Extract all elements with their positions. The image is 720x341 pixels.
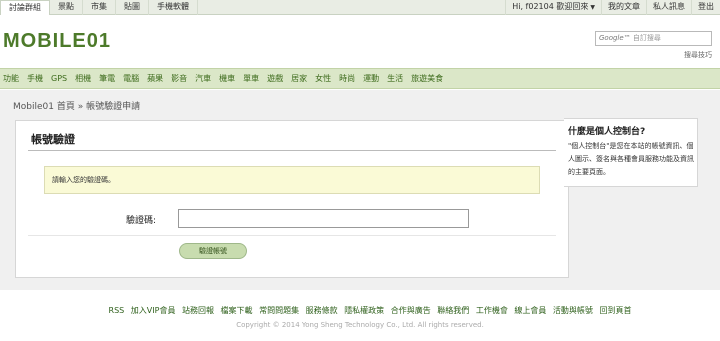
logout-link[interactable]: 登出: [691, 0, 720, 15]
footer-link[interactable]: 檔案下載: [221, 306, 253, 315]
verification-panel: 帳號驗證 請輸入您的驗證碼。 驗證碼: 驗證帳號: [15, 120, 569, 278]
category-item[interactable]: 旅遊美食: [411, 73, 443, 84]
tab-photos[interactable]: 貼圖: [116, 0, 149, 15]
top-bar: 討論群組 景點 市集 貼圖 手機軟體 Hi, f02104 歡迎回來 ▼ 我的文章…: [0, 0, 720, 15]
caret-down-icon: ▼: [590, 4, 595, 11]
title-divider: [28, 150, 556, 151]
sidebar-title: 什麼是個人控制台?: [568, 127, 646, 137]
category-item[interactable]: 汽車: [195, 73, 211, 84]
user-greeting-menu[interactable]: Hi, f02104 歡迎回來 ▼: [505, 0, 601, 15]
logo-mark-icon: [113, 41, 114, 42]
footer-link[interactable]: 服務條款: [306, 306, 338, 315]
breadcrumb[interactable]: Mobile01 首頁 » 帳號驗證申請: [13, 99, 140, 112]
category-item[interactable]: 女性: [315, 73, 331, 84]
notice-box: 請輸入您的驗證碼。: [44, 166, 540, 194]
user-menu: Hi, f02104 歡迎回來 ▼ 我的文章 私人訊息 登出: [505, 0, 720, 15]
google-label: Google™: [599, 34, 631, 42]
category-item[interactable]: 生活: [387, 73, 403, 84]
tab-attractions[interactable]: 景點: [50, 0, 83, 15]
my-posts-link[interactable]: 我的文章: [601, 0, 646, 15]
footer-link[interactable]: 回到頁首: [599, 306, 631, 315]
tab-market[interactable]: 市集: [83, 0, 116, 15]
category-item[interactable]: 運動: [363, 73, 379, 84]
help-sidebar: 什麼是個人控制台? "個人控制台"是您在本站的帳號資訊、個人圖示、簽名與各種會員…: [564, 118, 698, 187]
site-logo[interactable]: MOBILE01: [3, 26, 114, 56]
footer-link[interactable]: 站務回報: [182, 306, 214, 315]
footer-link[interactable]: 活動與帳號: [553, 306, 593, 315]
category-item[interactable]: 電腦: [123, 73, 139, 84]
footer-link[interactable]: 隱私權政策: [344, 306, 384, 315]
category-item[interactable]: 蘋果: [147, 73, 163, 84]
category-item[interactable]: GPS: [51, 74, 67, 83]
footer-link[interactable]: 聯絡我們: [437, 306, 469, 315]
category-item[interactable]: 手機: [27, 73, 43, 84]
category-nav: 功能 手機 GPS 相機 筆電 電腦 蘋果 影音 汽車 機車 單車 遊戲 居家 …: [0, 68, 720, 89]
footer-links: RSS 加入VIP會員 站務回報 檔案下載 常問問題集 服務條款 隱私權政策 合…: [0, 305, 720, 316]
footer-link[interactable]: 合作與廣告: [391, 306, 431, 315]
search-tips-link[interactable]: 搜尋技巧: [684, 50, 712, 60]
tab-forums[interactable]: 討論群組: [0, 0, 50, 15]
top-tabs: 討論群組 景點 市集 貼圖 手機軟體: [0, 0, 198, 15]
search-input[interactable]: Google™ 自訂搜尋: [595, 31, 712, 46]
form-divider: [28, 235, 556, 236]
footer-link[interactable]: 工作機會: [476, 306, 508, 315]
footer-link[interactable]: 常問問題集: [259, 306, 299, 315]
search-placeholder: 自訂搜尋: [632, 34, 661, 42]
category-item[interactable]: 時尚: [339, 73, 355, 84]
copyright: Copyright © 2014 Yong Sheng Technology C…: [236, 321, 484, 329]
verify-account-button[interactable]: 驗證帳號: [179, 243, 247, 259]
private-messages-link[interactable]: 私人訊息: [646, 0, 691, 15]
sidebar-description: "個人控制台"是您在本站的帳號資訊、個人圖示、簽名與各種會員服務功能及資訊的主要…: [568, 142, 694, 176]
footer-link[interactable]: RSS: [109, 306, 125, 315]
category-item[interactable]: 遊戲: [267, 73, 283, 84]
footer-link[interactable]: 加入VIP會員: [131, 306, 176, 315]
category-item[interactable]: 筆電: [99, 73, 115, 84]
category-item[interactable]: 功能: [3, 73, 19, 84]
tab-mobile-apps[interactable]: 手機軟體: [149, 0, 198, 15]
category-item[interactable]: 機車: [219, 73, 235, 84]
verification-code-input[interactable]: [178, 209, 469, 228]
category-item[interactable]: 居家: [291, 73, 307, 84]
category-item[interactable]: 相機: [75, 73, 91, 84]
category-item[interactable]: 影音: [171, 73, 187, 84]
footer-link[interactable]: 線上會員: [514, 306, 546, 315]
verification-code-label: 驗證碼:: [126, 216, 157, 226]
user-greeting: Hi, f02104 歡迎回來: [512, 2, 589, 11]
logo-text: MOBILE01: [3, 29, 112, 52]
category-item[interactable]: 單車: [243, 73, 259, 84]
page-title: 帳號驗證: [31, 133, 75, 146]
